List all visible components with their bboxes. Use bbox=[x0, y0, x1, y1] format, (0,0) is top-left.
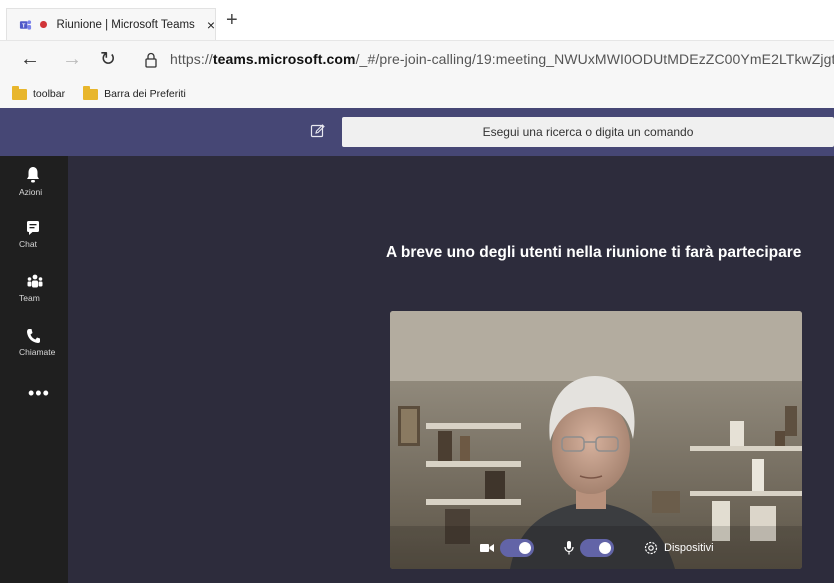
back-arrow-icon[interactable]: ← bbox=[20, 48, 40, 71]
microphone-toggle[interactable] bbox=[580, 539, 614, 557]
video-preview: Dispositivi bbox=[390, 311, 802, 569]
camera-toggle[interactable] bbox=[500, 539, 534, 557]
url-path: /_#/pre-join-calling/19:meeting_NWUxMWI0… bbox=[355, 51, 834, 67]
address-bar-row: ← → ↻ https://teams.microsoft.com/_#/pre… bbox=[0, 40, 834, 80]
tab-title: Riunione | Microsoft Teams bbox=[56, 18, 195, 31]
microphone-icon bbox=[564, 541, 574, 555]
new-tab-button[interactable]: + bbox=[226, 10, 238, 30]
devices-button[interactable]: Dispositivi bbox=[644, 541, 714, 555]
rail-item-team[interactable]: Team bbox=[0, 274, 68, 303]
search-input[interactable]: Esegui una ricerca o digita un comando bbox=[342, 117, 834, 147]
favorite-label: Barra dei Preferiti bbox=[104, 88, 186, 100]
favorite-label: toolbar bbox=[33, 88, 66, 100]
browser-tab[interactable]: T Riunione | Microsoft Teams × bbox=[6, 8, 216, 40]
device-controls: Dispositivi bbox=[480, 539, 714, 557]
prejoin-main: A breve uno degli utenti nella riunione … bbox=[68, 156, 834, 583]
folder-icon bbox=[83, 85, 99, 100]
rail-label: Chiamate bbox=[19, 347, 56, 357]
url-prefix: https:// bbox=[170, 51, 213, 67]
recording-dot-icon bbox=[40, 21, 47, 28]
chat-icon bbox=[27, 221, 39, 235]
team-icon bbox=[27, 274, 43, 288]
favorite-barra-preferiti[interactable]: Barra dei Preferiti bbox=[83, 85, 186, 100]
more-apps-icon[interactable]: ••• bbox=[28, 384, 50, 402]
forward-arrow-icon[interactable]: → bbox=[62, 48, 82, 71]
app-rail: Azioni Chat Team Chiamate ••• bbox=[0, 156, 68, 583]
url-field[interactable]: https://teams.microsoft.com/_#/pre-join-… bbox=[170, 51, 834, 67]
teams-header: Esegui una ricerca o digita un comando bbox=[0, 108, 834, 156]
rail-label: Azioni bbox=[19, 187, 43, 197]
browser-tab-strip: T Riunione | Microsoft Teams × + bbox=[0, 0, 834, 40]
rail-label: Team bbox=[19, 293, 40, 303]
phone-icon bbox=[27, 329, 40, 343]
favorites-bar: toolbar Barra dei Preferiti bbox=[0, 80, 834, 108]
tab-close-icon[interactable]: × bbox=[207, 18, 215, 32]
rail-label: Chat bbox=[19, 239, 37, 249]
url-domain: teams.microsoft.com bbox=[212, 51, 356, 67]
rail-item-azioni[interactable]: Azioni bbox=[0, 166, 68, 197]
rail-item-chiamate[interactable]: Chiamate bbox=[0, 328, 68, 357]
camera-icon bbox=[480, 544, 494, 552]
svg-text:T: T bbox=[22, 23, 26, 29]
compose-icon[interactable] bbox=[310, 123, 326, 139]
gear-icon bbox=[644, 541, 658, 555]
lock-icon[interactable] bbox=[144, 52, 158, 68]
bell-icon bbox=[27, 167, 39, 183]
waiting-headline: A breve uno degli utenti nella riunione … bbox=[386, 244, 802, 261]
reload-icon[interactable]: ↻ bbox=[100, 48, 116, 71]
self-view-camera-image bbox=[390, 311, 802, 569]
teams-favicon-icon: T bbox=[19, 19, 32, 30]
rail-item-chat[interactable]: Chat bbox=[0, 220, 68, 249]
folder-icon bbox=[12, 85, 27, 100]
favorite-toolbar[interactable]: toolbar bbox=[12, 85, 66, 100]
devices-label: Dispositivi bbox=[664, 542, 714, 554]
